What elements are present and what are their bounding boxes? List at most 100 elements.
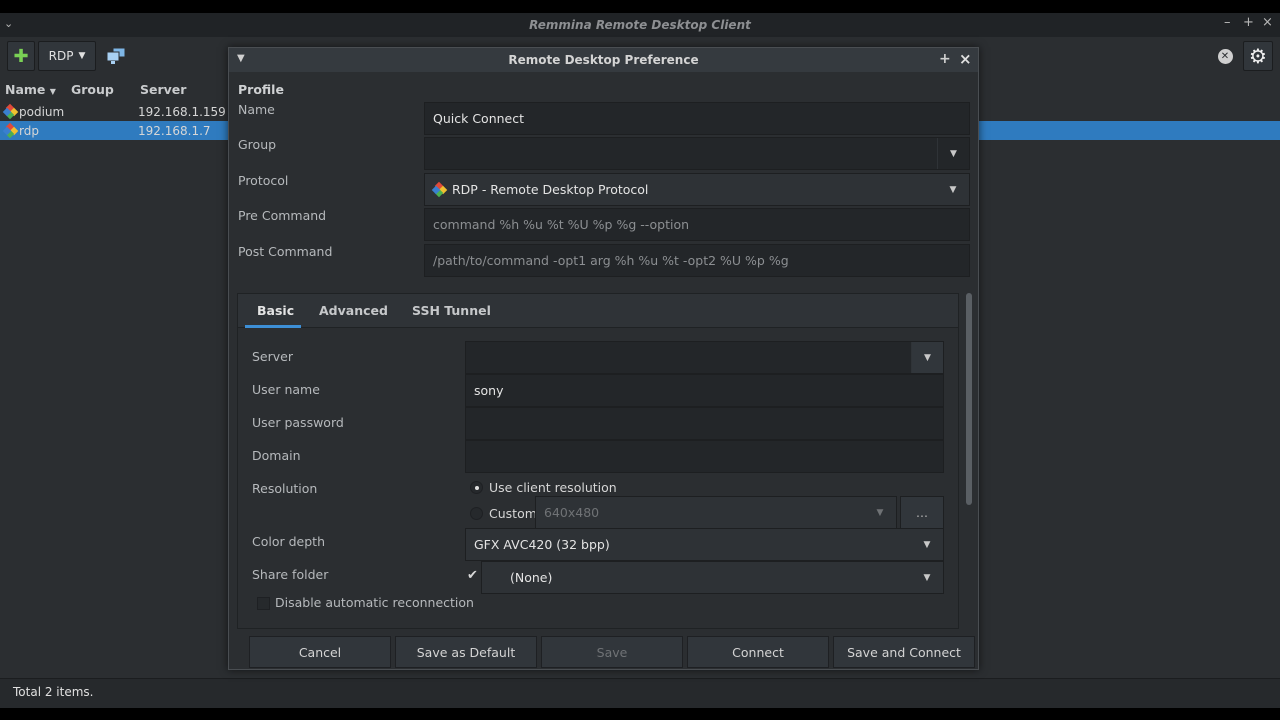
server-combo[interactable]: ▼ (465, 341, 944, 374)
connection-name: podium (19, 104, 65, 119)
chevron-down-icon: ▼ (923, 539, 931, 550)
dialog-button-row: Cancel Save as Default Save Connect Save… (249, 636, 977, 668)
tab-advanced[interactable]: Advanced (319, 303, 388, 318)
settings-button[interactable]: ⚙ (1243, 41, 1273, 71)
monitors-icon (106, 47, 126, 64)
use-client-resolution-label: Use client resolution (489, 480, 617, 495)
share-folder-checkbox[interactable]: ✔ (467, 568, 478, 583)
radio-indicator (470, 507, 483, 520)
rdp-protocol-icon (431, 181, 448, 198)
connection-name: rdp (19, 123, 39, 138)
more-button-label: ... (916, 505, 928, 520)
pin-icon[interactable]: + (939, 51, 951, 67)
screens-button[interactable] (102, 41, 130, 71)
caret-down-icon: ▼ (78, 51, 86, 61)
post-command-label: Post Command (238, 244, 333, 259)
group-combo[interactable]: ▼ (424, 137, 970, 170)
connection-server: 192.168.1.7 (138, 123, 211, 138)
username-value: sony (474, 383, 504, 398)
disable-reconnect-checkbox[interactable] (257, 597, 270, 610)
tab-bar: Basic Advanced SSH Tunnel (238, 294, 958, 328)
window-menu-icon[interactable]: ⌄ (4, 17, 13, 30)
share-folder-label: Share folder (252, 567, 329, 582)
cancel-button[interactable]: Cancel (249, 636, 391, 668)
name-field[interactable]: Quick Connect (424, 102, 970, 135)
disable-reconnect-label: Disable automatic reconnection (275, 595, 474, 610)
name-label: Name (238, 102, 275, 117)
connect-button[interactable]: Connect (687, 636, 829, 668)
letterbox-top (0, 0, 1280, 13)
profile-heading: Profile (238, 82, 284, 97)
window-title: Remmina Remote Desktop Client (529, 18, 751, 32)
color-depth-combo[interactable]: GFX AVC420 (32 bpp) ▼ (465, 528, 944, 561)
chevron-down-icon: ▼ (923, 572, 931, 583)
group-label: Group (238, 137, 277, 152)
chevron-down-icon: ▼ (876, 507, 884, 518)
connection-server: 192.168.1.159 (138, 104, 226, 119)
custom-resolution-combo[interactable]: 640x480 ▼ (535, 496, 897, 529)
save-and-connect-button[interactable]: Save and Connect (833, 636, 975, 668)
plus-icon: ✚ (13, 45, 29, 67)
settings-notebook: Basic Advanced SSH Tunnel Server ▼ User … (237, 293, 959, 629)
clear-search-button[interactable]: ✕ (1214, 41, 1236, 71)
close-window-icon[interactable]: × (1262, 15, 1273, 30)
share-folder-value: (None) (510, 570, 553, 585)
protocol-combo-value: RDP - Remote Desktop Protocol (452, 182, 649, 197)
username-label: User name (252, 382, 320, 397)
dialog-scrollbar[interactable] (966, 293, 972, 505)
maximize-icon[interactable]: + (1243, 15, 1254, 30)
pre-command-placeholder: command %h %u %t %U %p %g --option (433, 217, 690, 232)
username-input[interactable]: sony (465, 374, 944, 407)
save-button[interactable]: Save (541, 636, 683, 668)
column-header-group[interactable]: Group (71, 82, 114, 97)
protocol-label: Protocol (238, 173, 289, 188)
column-header-server[interactable]: Server (140, 82, 186, 97)
share-folder-combo[interactable]: (None) ▼ (481, 561, 944, 594)
custom-resolution-radio[interactable]: Custom (470, 506, 537, 521)
tab-ssh-tunnel[interactable]: SSH Tunnel (412, 303, 491, 318)
protocol-selector[interactable]: RDP ▼ (38, 41, 96, 71)
password-label: User password (252, 415, 344, 430)
use-client-resolution-radio[interactable]: Use client resolution (470, 480, 617, 495)
name-field-value: Quick Connect (433, 111, 525, 126)
protocol-combo[interactable]: RDP - Remote Desktop Protocol ▼ (424, 173, 970, 206)
pre-command-label: Pre Command (238, 208, 327, 223)
domain-label: Domain (252, 448, 301, 463)
post-command-input[interactable]: /path/to/command -opt1 arg %h %u %t -opt… (424, 244, 970, 277)
rdp-protocol-icon (2, 122, 19, 139)
column-header-name[interactable]: Name ▼ (5, 82, 56, 97)
minimize-icon[interactable]: – (1224, 15, 1231, 30)
rdp-protocol-icon (2, 103, 19, 120)
statusbar: Total 2 items. (0, 678, 1280, 708)
chevron-down-icon[interactable]: ▼ (911, 342, 943, 373)
close-dialog-icon[interactable]: × (959, 50, 972, 68)
custom-resolution-more-button[interactable]: ... (900, 496, 944, 529)
active-tab-indicator (245, 325, 301, 328)
server-label: Server (252, 349, 293, 364)
color-depth-value: GFX AVC420 (32 bpp) (474, 537, 610, 552)
pre-command-input[interactable]: command %h %u %t %U %p %g --option (424, 208, 970, 241)
save-as-default-button[interactable]: Save as Default (395, 636, 537, 668)
radio-indicator (470, 481, 483, 494)
status-text: Total 2 items. (13, 685, 94, 699)
resolution-label: Resolution (252, 481, 318, 496)
dialog-titlebar: ▼ Remote Desktop Preference + × (229, 48, 978, 72)
domain-input[interactable] (465, 440, 944, 473)
letterbox-bottom (0, 708, 1280, 720)
post-command-placeholder: /path/to/command -opt1 arg %h %u %t -opt… (433, 253, 789, 268)
tab-basic[interactable]: Basic (257, 303, 294, 318)
dialog-title: Remote Desktop Preference (508, 53, 699, 67)
preference-dialog: ▼ Remote Desktop Preference + × Profile … (228, 47, 979, 670)
clear-icon: ✕ (1217, 48, 1233, 64)
custom-resolution-value: 640x480 (544, 505, 600, 520)
color-depth-label: Color depth (252, 534, 325, 549)
window-titlebar: ⌄ Remmina Remote Desktop Client – + × (0, 13, 1280, 37)
protocol-selector-label: RDP (48, 49, 74, 63)
chevron-down-icon[interactable]: ▼ (937, 138, 969, 169)
chevron-down-icon: ▼ (949, 184, 957, 195)
new-connection-button[interactable]: ✚ (7, 41, 35, 71)
dialog-menu-icon[interactable]: ▼ (237, 53, 245, 64)
gear-icon: ⚙ (1249, 44, 1267, 68)
password-input[interactable] (465, 407, 944, 440)
custom-resolution-label: Custom (489, 506, 537, 521)
